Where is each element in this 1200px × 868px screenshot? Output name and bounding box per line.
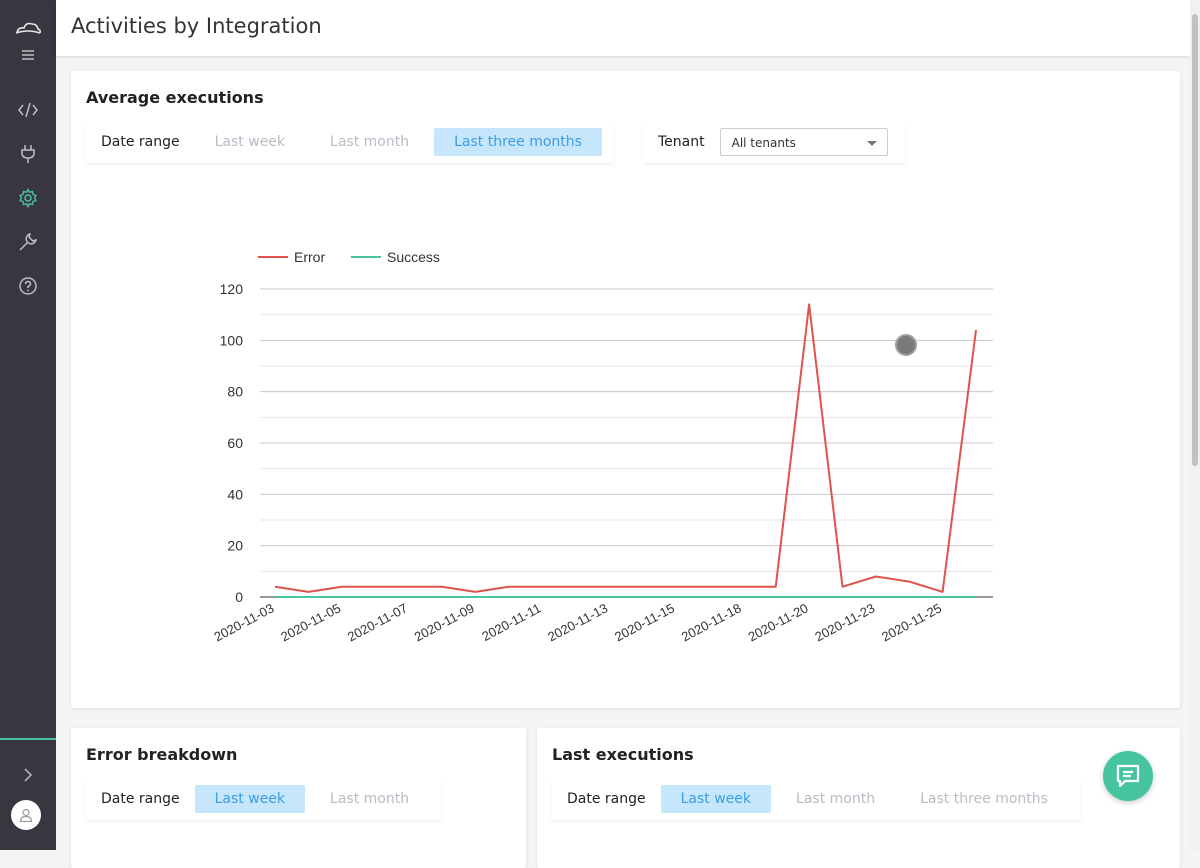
y-tick-label: 80	[227, 384, 243, 400]
plug-icon[interactable]	[0, 138, 56, 170]
option-last-week[interactable]: Last week	[660, 785, 772, 813]
legend-error-label[interactable]: Error	[294, 249, 325, 265]
card-title: Last executions	[552, 745, 694, 764]
x-tick-label: 2020-11-18	[679, 600, 744, 644]
option-last-month[interactable]: Last month	[310, 785, 429, 813]
page-title: Activities by Integration	[71, 14, 322, 38]
y-tick-label: 0	[235, 589, 243, 605]
sidebar	[0, 0, 56, 850]
chevron-right-icon[interactable]	[0, 759, 56, 791]
y-tick-label: 40	[227, 486, 243, 502]
date-range-filter: Date range Last week Last month Last thr…	[552, 778, 1080, 820]
x-tick-label: 2020-11-03	[211, 600, 276, 644]
average-executions-card: Average executions Date range Last week …	[71, 71, 1180, 708]
x-tick-label: 2020-11-05	[278, 600, 343, 644]
gear-icon[interactable]	[0, 182, 56, 214]
x-tick-label: 2020-11-11	[479, 600, 543, 644]
x-tick-label: 2020-11-07	[345, 600, 410, 644]
x-axis-ticks: 2020-11-03 2020-11-05 2020-11-07 2020-11-09…	[211, 600, 944, 644]
x-tick-label: 2020-11-15	[612, 600, 677, 644]
y-tick-label: 20	[227, 538, 243, 554]
wrench-icon[interactable]	[0, 226, 56, 258]
chart-legend: Error Success	[258, 249, 440, 265]
option-last-month[interactable]: Last month	[776, 785, 895, 813]
date-range-filter: Date range Last week Last month	[86, 778, 441, 820]
average-executions-chart: Error Success 0 20 40 60 80 100 120 2020-11-03…	[211, 249, 993, 644]
scrollbar[interactable]	[1190, 0, 1200, 850]
scrollbar-thumb[interactable]	[1192, 14, 1198, 466]
date-range-label: Date range	[101, 791, 180, 807]
y-axis-ticks: 0 20 40 60 80 100 120	[220, 281, 244, 605]
menu-icon[interactable]	[0, 39, 56, 71]
code-icon[interactable]	[0, 94, 56, 126]
date-range-label: Date range	[567, 791, 646, 807]
sidebar-divider	[0, 738, 56, 740]
page-header: Activities by Integration	[56, 0, 1190, 56]
series-line-error[interactable]	[274, 303, 977, 593]
y-tick-label: 120	[220, 281, 244, 297]
chat-button[interactable]	[1103, 751, 1153, 801]
x-tick-label: 2020-11-25	[879, 600, 944, 644]
option-last-week[interactable]: Last week	[194, 785, 306, 813]
x-tick-label: 2020-11-09	[412, 600, 477, 644]
avatar[interactable]	[11, 800, 41, 830]
card-title: Error breakdown	[86, 745, 238, 764]
chat-icon	[1116, 764, 1140, 788]
cursor-indicator	[895, 334, 917, 356]
x-tick-label: 2020-11-13	[545, 600, 610, 644]
error-breakdown-card: Error breakdown Date range Last week Las…	[71, 728, 526, 868]
chart-series	[274, 303, 977, 598]
y-tick-label: 60	[227, 435, 243, 451]
last-executions-card: Last executions Date range Last week Las…	[537, 728, 1180, 868]
option-last-three-months[interactable]: Last three months	[900, 785, 1068, 813]
y-tick-label: 100	[220, 332, 244, 348]
user-icon	[19, 808, 33, 822]
x-tick-label: 2020-11-20	[746, 600, 811, 644]
x-tick-label: 2020-11-23	[812, 600, 877, 644]
chart-grid	[260, 288, 993, 598]
help-icon[interactable]	[0, 270, 56, 302]
legend-success-label[interactable]: Success	[387, 249, 440, 265]
